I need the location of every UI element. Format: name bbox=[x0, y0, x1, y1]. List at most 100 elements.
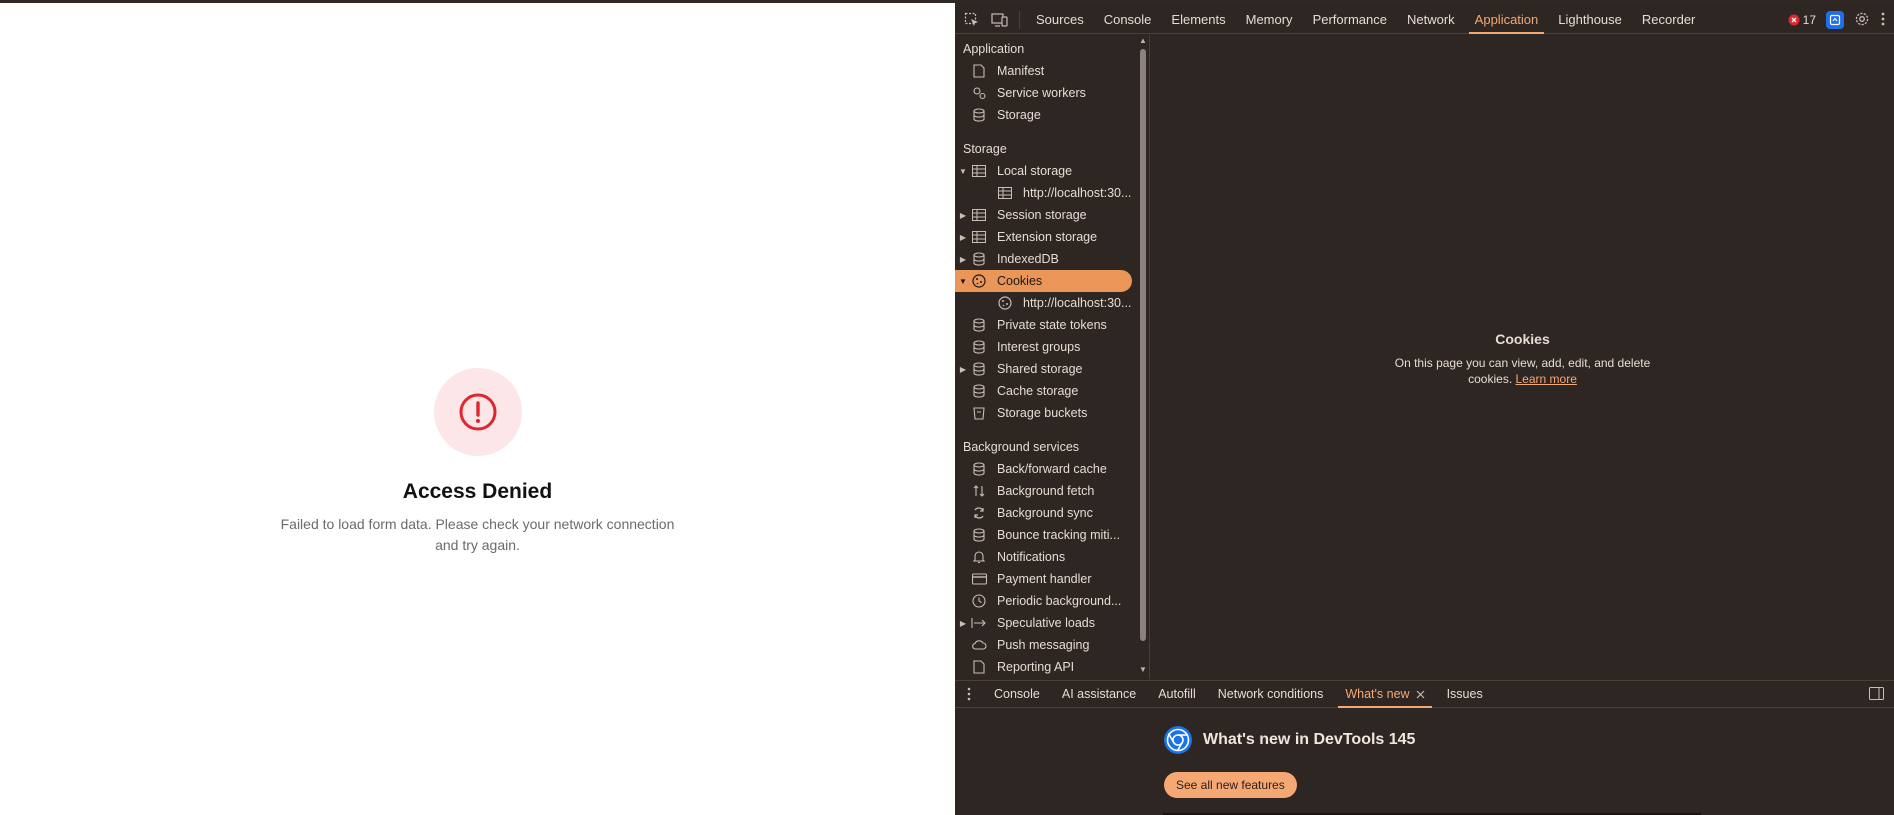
drawer-tab-label: Console bbox=[994, 687, 1040, 701]
document-icon bbox=[971, 63, 987, 79]
drawer-tab-label: AI assistance bbox=[1061, 687, 1137, 701]
table-icon bbox=[971, 163, 987, 179]
tab-memory[interactable]: Memory bbox=[1236, 6, 1303, 34]
sidebar-item-payment-handler[interactable]: Payment handler bbox=[955, 568, 1132, 590]
table-icon bbox=[971, 207, 987, 223]
drawer-tab-whats-new[interactable]: What's new bbox=[1334, 681, 1435, 708]
sidebar-item-push-messaging[interactable]: Push messaging bbox=[955, 634, 1132, 656]
collapsed-arrow-icon[interactable]: ▶ bbox=[955, 365, 971, 374]
learn-more-link[interactable]: Learn more bbox=[1516, 372, 1577, 386]
error-counter[interactable]: 17 bbox=[1788, 13, 1816, 27]
sidebar-item-label: Cookies bbox=[997, 274, 1043, 288]
see-all-features-button[interactable]: See all new features bbox=[1164, 772, 1297, 798]
document-icon bbox=[971, 659, 987, 675]
scroll-up-arrow-icon[interactable]: ▲ bbox=[1138, 36, 1148, 45]
sidebar-item-label: Storage bbox=[997, 108, 1041, 122]
sidebar-item-label: Local storage bbox=[997, 164, 1073, 178]
sidebar-item-storage-buckets[interactable]: Storage buckets bbox=[955, 402, 1132, 424]
error-state: Access Denied Failed to load form data. … bbox=[0, 368, 955, 556]
bell-icon bbox=[971, 549, 987, 565]
sidebar-item-shared-storage[interactable]: ▶ Shared storage bbox=[955, 358, 1132, 380]
dock-side-icon[interactable] bbox=[1869, 687, 1884, 703]
sidebar-item-label: Payment handler bbox=[997, 572, 1092, 586]
whats-new-title: What's new in DevTools 145 bbox=[1203, 731, 1416, 748]
sidebar-item-reporting-api[interactable]: Reporting API bbox=[955, 656, 1132, 678]
sidebar-item-label: http://localhost:30... bbox=[1023, 186, 1132, 200]
gears-icon bbox=[971, 85, 987, 101]
sidebar-item-periodic-background-sync[interactable]: Periodic background... bbox=[955, 590, 1132, 612]
sidebar-item-cache-storage[interactable]: Cache storage bbox=[955, 380, 1132, 402]
clock-icon bbox=[971, 593, 987, 609]
sidebar-item-notifications[interactable]: Notifications bbox=[955, 546, 1132, 568]
empty-view-description: On this page you can view, add, edit, an… bbox=[1388, 355, 1658, 387]
drawer-menu-icon[interactable] bbox=[955, 687, 983, 701]
sidebar-item-cookies[interactable]: ▼ Cookies bbox=[955, 270, 1132, 292]
application-sidebar: Application Manifest Service workers Sto… bbox=[955, 35, 1150, 679]
drawer-tab-autofill[interactable]: Autofill bbox=[1147, 681, 1207, 707]
tab-recorder[interactable]: Recorder bbox=[1632, 6, 1705, 34]
tab-lighthouse[interactable]: Lighthouse bbox=[1548, 6, 1632, 34]
sidebar-item-session-storage[interactable]: ▶ Session storage bbox=[955, 204, 1132, 226]
collapsed-arrow-icon[interactable]: ▶ bbox=[955, 233, 971, 242]
drawer-tab-network-conditions[interactable]: Network conditions bbox=[1207, 681, 1335, 707]
error-count: 17 bbox=[1802, 13, 1816, 27]
tab-console[interactable]: Console bbox=[1094, 6, 1162, 34]
sidebar-item-cookies-origin[interactable]: http://localhost:30... bbox=[955, 292, 1132, 314]
sidebar-item-extension-storage[interactable]: ▶ Extension storage bbox=[955, 226, 1132, 248]
table-icon bbox=[997, 185, 1013, 201]
tab-network[interactable]: Network bbox=[1397, 6, 1465, 34]
settings-gear-icon[interactable] bbox=[1854, 11, 1870, 30]
sidebar-item-label: Bounce tracking miti... bbox=[997, 528, 1120, 542]
database-icon bbox=[971, 461, 987, 477]
sidebar-item-label: Storage buckets bbox=[997, 406, 1088, 420]
tab-application[interactable]: Application bbox=[1465, 6, 1549, 34]
sidebar-item-background-fetch[interactable]: Background fetch bbox=[955, 480, 1132, 502]
sidebar-item-local-storage[interactable]: ▼ Local storage bbox=[955, 160, 1132, 182]
sidebar-item-label: Interest groups bbox=[997, 340, 1081, 354]
expanded-arrow-icon[interactable]: ▼ bbox=[955, 277, 971, 286]
drawer-tab-label: Network conditions bbox=[1217, 687, 1324, 701]
inspect-element-icon[interactable] bbox=[961, 10, 983, 30]
sidebar-item-speculative-loads[interactable]: ▶ Speculative loads bbox=[955, 612, 1132, 634]
close-tab-icon[interactable] bbox=[1416, 690, 1425, 699]
sidebar-item-label: Extension storage bbox=[997, 230, 1098, 244]
sidebar-item-private-state-tokens[interactable]: Private state tokens bbox=[955, 314, 1132, 336]
collapsed-arrow-icon[interactable]: ▶ bbox=[955, 619, 971, 628]
sidebar-item-interest-groups[interactable]: Interest groups bbox=[955, 336, 1132, 358]
database-icon bbox=[971, 527, 987, 543]
sidebar-item-manifest[interactable]: Manifest bbox=[955, 60, 1132, 82]
ai-assistant-icon[interactable] bbox=[1826, 11, 1844, 29]
scroll-down-arrow-icon[interactable]: ▼ bbox=[1138, 665, 1148, 674]
cookie-icon bbox=[997, 295, 1013, 311]
tab-performance[interactable]: Performance bbox=[1303, 6, 1397, 34]
expanded-arrow-icon[interactable]: ▼ bbox=[955, 167, 971, 176]
drawer-tab-label: What's new bbox=[1345, 687, 1410, 701]
drawer-tab-issues[interactable]: Issues bbox=[1436, 681, 1494, 707]
database-icon bbox=[971, 383, 987, 399]
drawer-tab-console[interactable]: Console bbox=[983, 681, 1051, 707]
sidebar-item-bounce-tracking[interactable]: Bounce tracking miti... bbox=[955, 524, 1132, 546]
sidebar-item-local-storage-origin[interactable]: http://localhost:30... bbox=[955, 182, 1132, 204]
sidebar-item-storage[interactable]: Storage bbox=[955, 104, 1132, 126]
drawer-tabbar: Console AI assistance Autofill Network c… bbox=[955, 680, 1894, 708]
drawer-tab-ai-assistance[interactable]: AI assistance bbox=[1051, 681, 1147, 707]
tab-elements[interactable]: Elements bbox=[1161, 6, 1235, 34]
sidebar-item-back-forward-cache[interactable]: Back/forward cache bbox=[955, 458, 1132, 480]
more-options-icon[interactable] bbox=[1880, 11, 1886, 30]
sidebar-item-label: Background fetch bbox=[997, 484, 1095, 498]
sidebar-item-background-sync[interactable]: Background sync bbox=[955, 502, 1132, 524]
sidebar-item-indexeddb[interactable]: ▶ IndexedDB bbox=[955, 248, 1132, 270]
sidebar-item-label: Shared storage bbox=[997, 362, 1083, 376]
scrollbar-thumb[interactable] bbox=[1140, 49, 1146, 641]
collapsed-arrow-icon[interactable]: ▶ bbox=[955, 211, 971, 220]
up-down-arrows-icon bbox=[971, 483, 987, 499]
sidebar-item-label: Push messaging bbox=[997, 638, 1090, 652]
sidebar-item-label: Background sync bbox=[997, 506, 1093, 520]
device-toolbar-icon[interactable] bbox=[989, 10, 1011, 30]
cookie-icon bbox=[971, 273, 987, 289]
sidebar-scrollbar[interactable]: ▲ ▼ bbox=[1138, 35, 1148, 679]
collapsed-arrow-icon[interactable]: ▶ bbox=[955, 255, 971, 264]
sidebar-item-service-workers[interactable]: Service workers bbox=[955, 82, 1132, 104]
tab-sources[interactable]: Sources bbox=[1026, 6, 1094, 34]
table-icon bbox=[971, 229, 987, 245]
